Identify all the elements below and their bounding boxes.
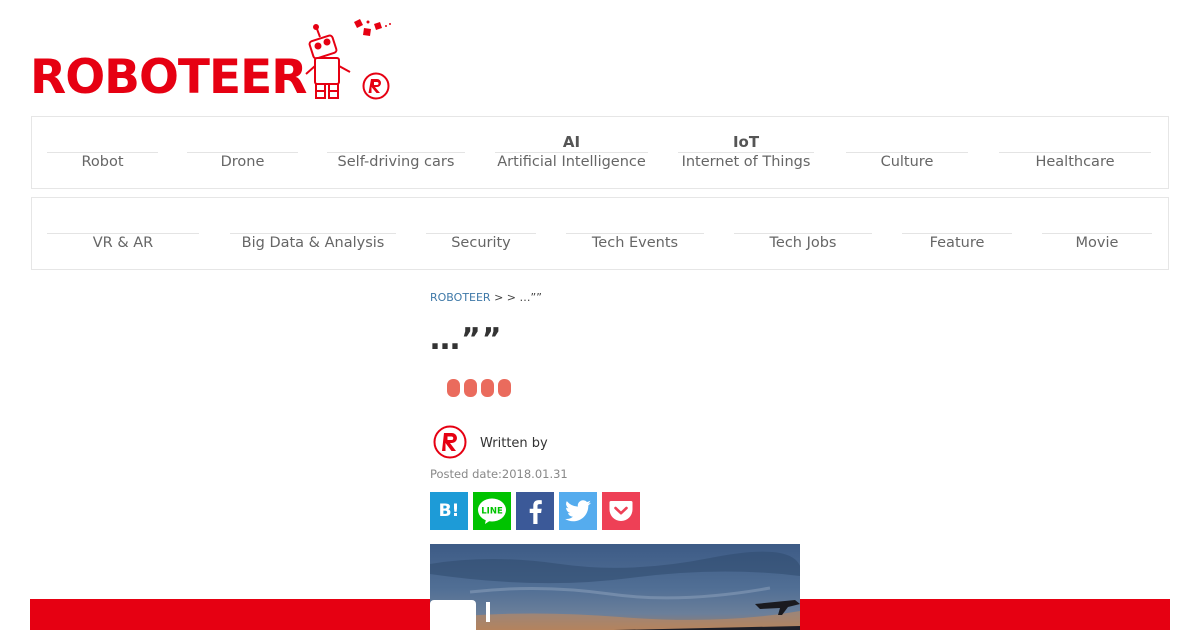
nav-item-label: Movie (1075, 235, 1119, 251)
nav-item-label: Self-driving cars (337, 154, 455, 170)
nav-item-robot[interactable]: Robot (47, 117, 158, 188)
nav-divider (187, 152, 298, 153)
tag-pill[interactable] (447, 379, 460, 397)
nav-item-abbr: AI (562, 133, 581, 151)
nav-divider (902, 233, 1012, 234)
logo-wordmark: ROBOTEER (30, 50, 307, 105)
twitter-icon (565, 500, 591, 522)
nav-item-ai[interactable]: AI Artificial Intelligence (495, 117, 648, 188)
nav-item-label: Culture (880, 154, 934, 170)
nav-divider (678, 152, 814, 153)
nav-divider (230, 233, 396, 234)
hatena-icon: B! (438, 501, 460, 521)
hero-overlay-mark (486, 602, 490, 622)
hero-overlay-box (430, 600, 476, 630)
nav-item-label: VR & AR (92, 235, 154, 251)
nav-item-security[interactable]: Security (426, 198, 536, 269)
nav-item-abbr: IoT (732, 133, 760, 151)
nav-item-label: Robot (81, 154, 124, 170)
nav-item-tech-jobs[interactable]: Tech Jobs (734, 198, 872, 269)
site-logo[interactable]: ROBOTEER (30, 18, 400, 104)
nav-item-iot[interactable]: IoT Internet of Things (678, 117, 814, 188)
nav-divider (999, 152, 1151, 153)
nav-item-label: Internet of Things (681, 154, 811, 170)
nav-item-big-data[interactable]: Big Data & Analysis (230, 198, 396, 269)
nav-item-tech-events[interactable]: Tech Events (566, 198, 704, 269)
breadcrumb-home-link[interactable]: ROBOTEER (430, 291, 491, 304)
roboteer-badge-icon (362, 72, 390, 100)
nav-item-label: Security (451, 235, 511, 251)
share-buttons: B! LINE (430, 492, 640, 530)
breadcrumb-current: > …”” (506, 291, 542, 304)
nav-item-vr-ar[interactable]: VR & AR (47, 198, 199, 269)
nav-item-culture[interactable]: Culture (846, 117, 968, 188)
hatena-share-button[interactable]: B! (430, 492, 468, 530)
twitter-share-button[interactable] (559, 492, 597, 530)
nav-divider (846, 152, 968, 153)
line-share-button[interactable]: LINE (473, 492, 511, 530)
pocket-share-button[interactable] (602, 492, 640, 530)
nav-divider (47, 152, 158, 153)
tag-pill[interactable] (481, 379, 494, 397)
facebook-icon (529, 500, 542, 524)
nav-item-healthcare[interactable]: Healthcare (999, 117, 1151, 188)
line-icon-text: LINE (481, 507, 503, 517)
nav-item-drone[interactable]: Drone (187, 117, 298, 188)
nav-item-label: Tech Events (591, 235, 679, 251)
nav-divider (495, 152, 648, 153)
nav-item-movie[interactable]: Movie (1042, 198, 1152, 269)
category-nav-primary: Robot Drone Self-driving cars AI Artific… (31, 116, 1169, 189)
tag-pill[interactable] (498, 379, 511, 397)
nav-item-label: Drone (220, 154, 265, 170)
pocket-icon (609, 501, 633, 521)
article-title: …”” (430, 322, 503, 357)
facebook-share-button[interactable] (516, 492, 554, 530)
author-byline: Written by (480, 436, 548, 451)
nav-item-label: Healthcare (1035, 154, 1115, 170)
posted-date: Posted date:2018.01.31 (430, 467, 568, 481)
nav-divider (327, 152, 465, 153)
line-icon: LINE (478, 498, 506, 524)
nav-item-label: Tech Jobs (769, 235, 837, 251)
tag-pill[interactable] (464, 379, 477, 397)
nav-item-label: Artificial Intelligence (497, 154, 646, 170)
category-nav-secondary: VR & AR Big Data & Analysis Security Tec… (31, 197, 1169, 270)
nav-divider (734, 233, 872, 234)
nav-item-label: Feature (929, 235, 985, 251)
nav-divider (47, 233, 199, 234)
nav-divider (1042, 233, 1152, 234)
author-avatar[interactable] (433, 425, 467, 459)
nav-item-self-driving-cars[interactable]: Self-driving cars (327, 117, 465, 188)
tag-pills (447, 379, 511, 397)
nav-item-feature[interactable]: Feature (902, 198, 1012, 269)
nav-divider (566, 233, 704, 234)
breadcrumb-separator: > (490, 291, 507, 304)
breadcrumb: ROBOTEER > > …”” (430, 291, 542, 304)
nav-divider (426, 233, 536, 234)
nav-item-label: Big Data & Analysis (241, 235, 385, 251)
